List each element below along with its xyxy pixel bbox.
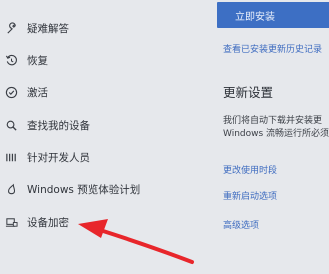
windows-update-panel: 立即安装 查看已安装更新历史记录 更新设置 我们将自动下载并安装更 Window… [205, 0, 329, 274]
activation-check-icon [4, 85, 18, 99]
device-encryption-icon [4, 215, 18, 229]
sidebar-item-recovery[interactable]: 恢复 [0, 47, 195, 73]
install-now-button[interactable]: 立即安装 [217, 2, 329, 28]
update-settings-title: 更新设置 [223, 85, 274, 100]
sidebar-item-for-developers[interactable]: 针对开发人员 [0, 144, 195, 170]
sidebar-item-label: 恢复 [27, 54, 48, 67]
settings-sidebar: 疑难解答 恢复 激活 查找我的设备 针对开发人员 Windows 预览体验计划 [0, 0, 200, 274]
sidebar-item-troubleshoot[interactable]: 疑难解答 [0, 15, 195, 41]
developer-icon [4, 150, 18, 164]
advanced-options-link[interactable]: 高级选项 [223, 218, 259, 231]
view-update-history-link[interactable]: 查看已安装更新历史记录 [223, 42, 322, 55]
sidebar-item-label: 疑难解答 [27, 22, 69, 35]
sidebar-item-label: 查找我的设备 [27, 119, 90, 132]
sidebar-item-label: 设备加密 [27, 216, 69, 229]
wrench-icon [4, 21, 18, 35]
windows-insider-icon [4, 182, 18, 196]
restore-icon [4, 53, 18, 67]
sidebar-item-device-encryption[interactable]: 设备加密 [0, 209, 195, 235]
sidebar-item-windows-insider[interactable]: Windows 预览体验计划 [0, 176, 195, 202]
find-device-icon [4, 118, 18, 132]
update-settings-description-line2: Windows 流畅运行所必须 [223, 129, 329, 139]
sidebar-item-find-my-device[interactable]: 查找我的设备 [0, 112, 195, 138]
sidebar-item-label: 针对开发人员 [27, 151, 90, 164]
change-active-hours-link[interactable]: 更改使用时段 [223, 163, 277, 176]
restart-options-link[interactable]: 重新启动选项 [223, 189, 277, 202]
sidebar-item-label: Windows 预览体验计划 [27, 183, 141, 196]
sidebar-item-label: 激活 [27, 86, 48, 99]
update-settings-description-line1: 我们将自动下载并安装更 [223, 116, 323, 126]
sidebar-item-activation[interactable]: 激活 [0, 79, 195, 105]
